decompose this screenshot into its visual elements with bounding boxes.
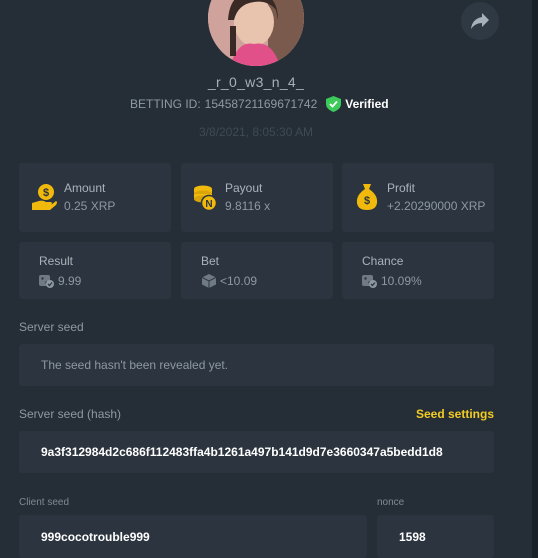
server-seed-field[interactable]: The seed hasn't been revealed yet. xyxy=(19,344,494,386)
amount-value: 0.25 XRP xyxy=(64,199,116,213)
chance-title: Chance xyxy=(362,254,404,268)
seed-settings-link[interactable]: Seed settings xyxy=(416,407,494,421)
betting-id-label: BETTING ID: xyxy=(130,97,201,111)
share-icon xyxy=(471,13,489,29)
bet-card: Bet <10.09 xyxy=(181,242,333,299)
result-value: 9.99 xyxy=(58,274,82,288)
profit-title: Profit xyxy=(387,181,416,195)
hand-coin-icon: $ xyxy=(32,184,57,210)
server-seed-hash-field[interactable]: 9a3f312984d2c686f112483ffa4b1261a497b141… xyxy=(19,431,494,473)
result-card: Result 9.99 xyxy=(19,242,171,299)
client-seed-field[interactable]: 999cocotrouble999 xyxy=(19,515,367,558)
scrollbar-track[interactable] xyxy=(532,0,538,558)
verified-label: Verified xyxy=(345,97,389,111)
username: _r_0_w3_n_4_ xyxy=(207,74,305,90)
money-bag-icon: $ xyxy=(356,184,378,210)
chance-value: 10.09% xyxy=(381,274,422,288)
coin-stack-icon: N xyxy=(194,185,217,211)
nonce-field[interactable]: 1598 xyxy=(377,515,494,558)
betting-id-row: BETTING ID: 15458721169671742 Verified xyxy=(130,96,389,112)
shield-check-icon xyxy=(326,96,342,112)
verified-badge: Verified xyxy=(326,96,389,112)
nonce-label: nonce xyxy=(377,497,405,508)
server-seed-label: Server seed xyxy=(19,320,84,334)
server-seed-hash-label: Server seed (hash) xyxy=(19,407,122,421)
client-seed-label: Client seed xyxy=(19,497,70,508)
svg-text:N: N xyxy=(205,199,212,210)
bet-title: Bet xyxy=(201,254,220,268)
profit-card: $ Profit +2.20290000 XRP xyxy=(342,163,494,232)
betting-id-value: 15458721169671742 xyxy=(204,97,318,111)
bet-timestamp: 3/8/2021, 8:05:30 AM xyxy=(198,125,314,139)
share-button[interactable] xyxy=(461,2,499,40)
profit-value: +2.20290000 XRP xyxy=(387,199,486,213)
svg-text:$: $ xyxy=(364,195,370,207)
amount-card: $ Amount 0.25 XRP xyxy=(19,163,171,232)
svg-text:$: $ xyxy=(43,187,49,199)
amount-title: Amount xyxy=(64,181,106,195)
bet-value: <10.09 xyxy=(220,274,258,288)
dice-check-icon xyxy=(39,275,54,288)
payout-card: N Payout 9.8116 x xyxy=(181,163,333,232)
dice-check-icon xyxy=(362,275,377,288)
cube-icon xyxy=(202,274,216,288)
payout-title: Payout xyxy=(225,181,263,195)
chance-card: Chance 10.09% xyxy=(342,242,494,299)
payout-value: 9.8116 x xyxy=(225,199,271,213)
result-title: Result xyxy=(39,254,74,268)
